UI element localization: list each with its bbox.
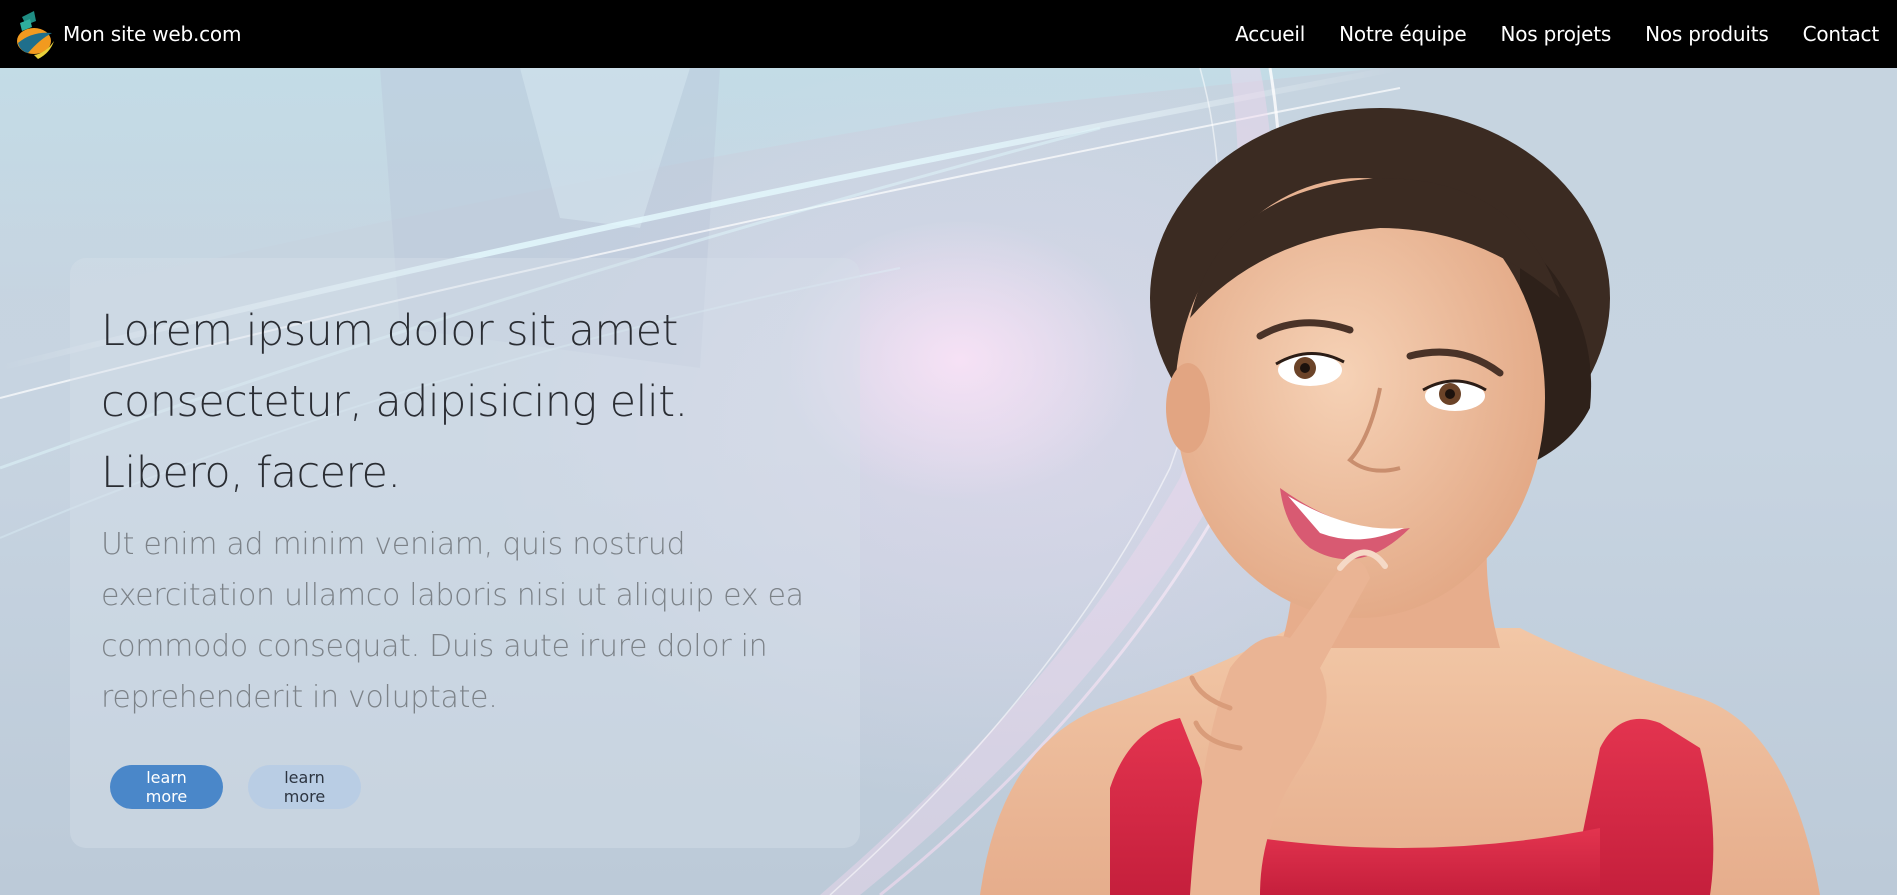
nav-link-accueil[interactable]: Accueil	[1235, 22, 1305, 46]
hero-woman-image	[980, 108, 1820, 895]
nav-menu: Accueil Notre équipe Nos projets Nos pro…	[1201, 22, 1879, 46]
top-navbar: Mon site web.com Accueil Notre équipe No…	[0, 0, 1897, 68]
brand-name: Mon site web.com	[63, 22, 242, 46]
hero-button-row: learn more learn more	[110, 765, 361, 809]
learn-more-button-secondary[interactable]: learn more	[248, 765, 361, 809]
hero-title: Lorem ipsum dolor sit amet consectetur, …	[101, 306, 688, 498]
hero-description: Ut enim ad minim veniam, quis nostrud ex…	[101, 527, 804, 715]
brand-logo-icon	[17, 11, 54, 59]
learn-more-button-primary[interactable]: learn more	[110, 765, 223, 809]
nav-link-contact[interactable]: Contact	[1803, 22, 1880, 46]
hero-text-card: Lorem ipsum dolor sit amet consectetur, …	[70, 258, 860, 848]
hero-section: Lorem ipsum dolor sit amet consectetur, …	[0, 68, 1897, 895]
nav-link-nos-produits[interactable]: Nos produits	[1645, 22, 1769, 46]
nav-link-notre-equipe[interactable]: Notre équipe	[1339, 22, 1467, 46]
brand-link[interactable]: Mon site web.com	[12, 9, 241, 59]
nav-link-nos-projets[interactable]: Nos projets	[1500, 22, 1611, 46]
